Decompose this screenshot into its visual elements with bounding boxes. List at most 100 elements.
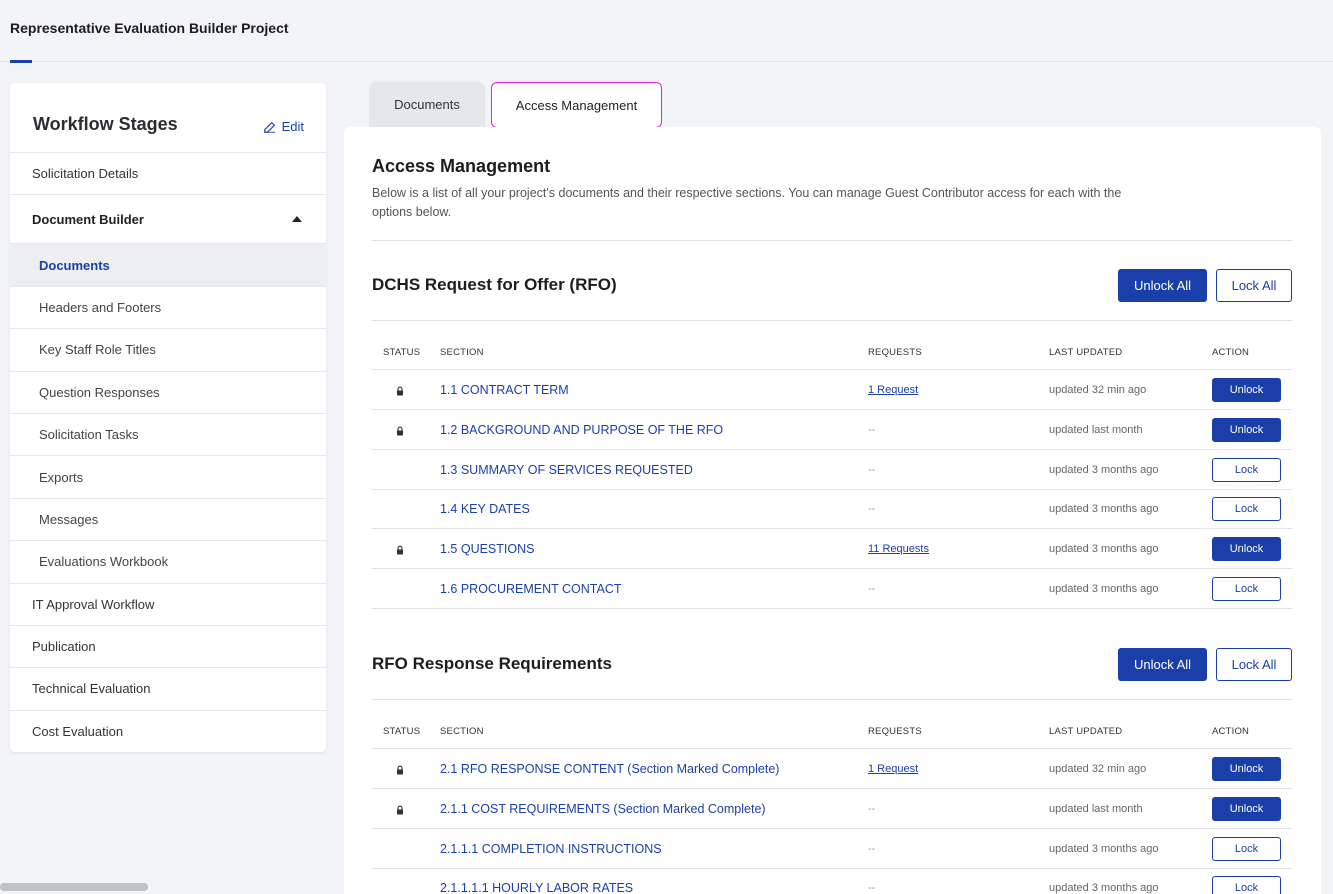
top-bar: Representative Evaluation Builder Projec… <box>0 0 1333 63</box>
table-row: 2.1.1.1.1 HOURLY LABOR RATES -- updated … <box>372 868 1292 894</box>
sidebar-item-document-builder[interactable]: Document Builder <box>10 195 326 245</box>
sidebar-item-documents[interactable]: Documents <box>10 244 326 287</box>
lock-button[interactable]: Lock <box>1212 577 1281 601</box>
sidebar-item-evaluations-workbook[interactable]: Evaluations Workbook <box>10 541 326 584</box>
requests-link: -- <box>868 503 876 516</box>
last-updated: updated 3 months ago <box>1049 882 1159 894</box>
lock-button[interactable]: Lock <box>1212 457 1281 482</box>
sidebar-item-key-staff[interactable]: Key Staff Role Titles <box>10 329 326 372</box>
section-link[interactable]: 1.2 BACKGROUND AND PURPOSE OF THE RFO <box>440 423 723 437</box>
divider <box>372 320 1292 321</box>
section-link[interactable]: 1.6 PROCUREMENT CONTACT <box>440 582 622 596</box>
lock-icon <box>395 543 405 555</box>
lock-all-button[interactable]: Lock All <box>1216 269 1292 302</box>
horizontal-scrollbar[interactable] <box>0 883 148 891</box>
section-link[interactable]: 1.4 KEY DATES <box>440 502 530 516</box>
requests-link[interactable]: 11 Requests <box>868 543 929 555</box>
unlock-all-button[interactable]: Unlock All <box>1118 648 1207 681</box>
divider <box>372 699 1292 700</box>
title-underline <box>10 60 32 63</box>
section-link[interactable]: 1.5 QUESTIONS <box>440 542 534 556</box>
last-updated: updated 3 months ago <box>1049 583 1159 595</box>
lock-icon <box>395 763 405 775</box>
table-row: 2.1 RFO RESPONSE CONTENT (Section Marked… <box>372 749 1292 789</box>
column-header-requests: REQUESTS <box>868 726 922 737</box>
column-header-requests: REQUESTS <box>868 347 922 358</box>
last-updated: updated last month <box>1049 423 1143 436</box>
last-updated: updated 3 months ago <box>1049 543 1159 556</box>
requests-link: -- <box>868 842 876 855</box>
requests-link: -- <box>868 583 876 595</box>
last-updated: updated 3 months ago <box>1049 503 1159 516</box>
column-header-action: ACTION <box>1212 347 1250 358</box>
workflow-sidebar: Workflow Stages Edit Solicitation Detail… <box>10 83 326 752</box>
edit-button[interactable]: Edit <box>263 119 304 134</box>
lock-all-button[interactable]: Lock All <box>1216 648 1292 681</box>
table-row: 2.1.1 COST REQUIREMENTS (Section Marked … <box>372 789 1292 829</box>
sidebar-item-question-responses[interactable]: Question Responses <box>10 372 326 414</box>
caret-up-icon <box>292 216 302 223</box>
unlock-button[interactable]: Unlock <box>1212 378 1281 402</box>
column-header-status: STATUS <box>383 347 421 358</box>
table-row: 1.4 KEY DATES -- updated 3 months ago Lo… <box>372 489 1292 530</box>
edit-label: Edit <box>281 119 304 134</box>
requests-link[interactable]: 1 Request <box>868 763 918 775</box>
sidebar-header: Workflow Stages Edit <box>10 83 326 153</box>
sidebar-item-solicitation-details[interactable]: Solicitation Details <box>10 153 326 196</box>
section-title: RFO Response Requirements <box>372 654 612 673</box>
column-header-status: STATUS <box>383 726 421 737</box>
last-updated: updated 3 months ago <box>1049 463 1159 476</box>
last-updated: updated last month <box>1049 802 1143 815</box>
section-link[interactable]: 1.1 CONTRACT TERM <box>440 383 569 397</box>
sidebar-item-publication[interactable]: Publication <box>10 626 326 669</box>
lock-icon <box>395 803 405 815</box>
requests-link: -- <box>868 423 876 436</box>
requests-link: -- <box>868 882 876 894</box>
edit-icon <box>263 121 275 133</box>
column-header-section: SECTION <box>440 726 484 737</box>
section-link[interactable]: 2.1.1.1.1 HOURLY LABOR RATES <box>440 881 633 894</box>
project-title: Representative Evaluation Builder Projec… <box>10 20 289 36</box>
tab-documents[interactable]: Documents <box>369 82 485 127</box>
unlock-button[interactable]: Unlock <box>1212 537 1281 562</box>
column-header-last-updated: LAST UPDATED <box>1049 347 1123 358</box>
requests-link[interactable]: 1 Request <box>868 384 918 396</box>
table-row: 1.6 PROCUREMENT CONTACT -- updated 3 mon… <box>372 569 1292 609</box>
unlock-all-button[interactable]: Unlock All <box>1118 269 1207 302</box>
sidebar-item-headers-footers[interactable]: Headers and Footers <box>10 287 326 330</box>
column-header-section: SECTION <box>440 347 484 358</box>
sidebar-item-solicitation-tasks[interactable]: Solicitation Tasks <box>10 414 326 457</box>
unlock-button[interactable]: Unlock <box>1212 796 1281 821</box>
requests-link: -- <box>868 463 876 476</box>
lock-icon <box>395 424 405 436</box>
tab-access-management[interactable]: Access Management <box>491 82 662 128</box>
section-link[interactable]: 2.1.1 COST REQUIREMENTS (Section Marked … <box>440 802 766 816</box>
sidebar-item-messages[interactable]: Messages <box>10 499 326 542</box>
sidebar-title: Workflow Stages <box>33 114 178 134</box>
lock-button[interactable]: Lock <box>1212 836 1281 861</box>
section-link[interactable]: 2.1.1.1 COMPLETION INSTRUCTIONS <box>440 842 662 856</box>
table-row: 2.1.1.1 COMPLETION INSTRUCTIONS -- updat… <box>372 829 1292 869</box>
section-link[interactable]: 2.1 RFO RESPONSE CONTENT (Section Marked… <box>440 762 779 776</box>
sidebar-item-exports[interactable]: Exports <box>10 456 326 499</box>
lock-button[interactable]: Lock <box>1212 876 1281 894</box>
sidebar-item-label: Document Builder <box>32 211 144 227</box>
page-description: Below is a list of all your project's do… <box>372 186 1122 219</box>
column-header-last-updated: LAST UPDATED <box>1049 726 1123 737</box>
sidebar-item-cost-evaluation[interactable]: Cost Evaluation <box>10 711 326 752</box>
section-title: DCHS Request for Offer (RFO) <box>372 275 617 294</box>
requests-link: -- <box>868 802 876 815</box>
unlock-button[interactable]: Unlock <box>1212 417 1281 442</box>
last-updated: updated 32 min ago <box>1049 384 1147 396</box>
sidebar-item-it-approval[interactable]: IT Approval Workflow <box>10 584 326 626</box>
table-row: 1.5 QUESTIONS 11 Requests updated 3 mont… <box>372 529 1292 570</box>
table-row: 1.2 BACKGROUND AND PURPOSE OF THE RFO --… <box>372 410 1292 450</box>
sidebar-item-technical-evaluation[interactable]: Technical Evaluation <box>10 668 326 711</box>
lock-button[interactable]: Lock <box>1212 497 1281 522</box>
section-link[interactable]: 1.3 SUMMARY OF SERVICES REQUESTED <box>440 463 693 477</box>
access-management-panel: Access Management Below is a list of all… <box>344 127 1321 894</box>
unlock-button[interactable]: Unlock <box>1212 757 1281 781</box>
divider <box>372 240 1292 241</box>
table-row: 1.3 SUMMARY OF SERVICES REQUESTED -- upd… <box>372 450 1292 490</box>
last-updated: updated 3 months ago <box>1049 842 1159 855</box>
